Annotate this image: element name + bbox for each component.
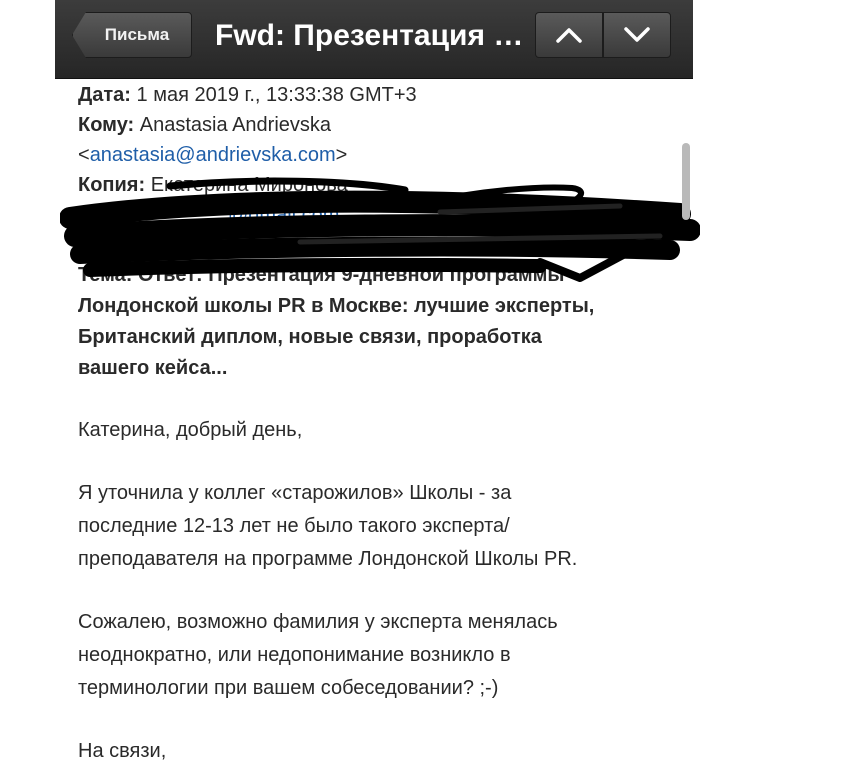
closing: На связи, — [78, 740, 167, 762]
date-value: 1 мая 2019 г., 13:33:38 GMT+3 — [136, 84, 417, 106]
subject: Тема: Ответ: Презентация 9-дневной прогр… — [78, 260, 678, 384]
body-line: неоднократно, или недопонимание возникло… — [78, 644, 511, 666]
body-line: преподавателя на программе Лондонской Шк… — [78, 548, 578, 570]
back-button[interactable]: Письма — [72, 12, 192, 58]
previous-message-button[interactable] — [535, 12, 603, 58]
back-button-label: Письма — [104, 25, 170, 44]
scrollbar[interactable] — [682, 143, 690, 220]
recipient-email-link[interactable]: anastasia@andrievska.com — [90, 144, 336, 166]
to-label: Кому: — [78, 114, 135, 136]
body-line: терминологии при вашем собеседовании? ;-… — [78, 677, 499, 699]
greeting-paragraph: Катерина, добрый день, — [78, 414, 678, 447]
next-message-button[interactable] — [603, 12, 671, 58]
cc-label: Копия: — [78, 174, 146, 196]
body-paragraph-2: Сожалею, возможно фамилия у эксперта мен… — [78, 606, 678, 705]
email-bracket-open: < — [78, 144, 90, 166]
mail-app: Письма Fwd: Презентация 9-... Дата: 1 ма… — [0, 0, 848, 781]
to-email-row: <anastasia@andrievska.com> — [78, 140, 678, 170]
subject-line: Лондонской школы PR в Москве: лучшие экс… — [78, 295, 595, 317]
greeting: Катерина, добрый день, — [78, 419, 303, 441]
to-row: Кому: Anastasia Andrievska — [78, 110, 678, 140]
chevron-up-icon — [556, 28, 582, 43]
cc-row: Копия: Екатерина Миронова — [78, 170, 678, 200]
body-paragraph-1: Я уточнила у коллег «старожилов» Школы -… — [78, 477, 678, 576]
cc-hidden-row — [78, 230, 678, 260]
message-content: Дата: 1 мая 2019 г., 13:33:38 GMT+3 Кому… — [78, 80, 678, 768]
body-line: Я уточнила у коллег «старожилов» Школы -… — [78, 482, 512, 504]
closing-paragraph: На связи, — [78, 735, 678, 768]
cc-email-link[interactable]: @gmail.com — [78, 204, 339, 226]
cc-name: Екатерина Миронова — [150, 174, 348, 196]
date-row: Дата: 1 мая 2019 г., 13:33:38 GMT+3 — [78, 80, 678, 110]
message-title: Fwd: Презентация 9-... — [215, 19, 533, 52]
date-label: Дата: — [78, 84, 131, 106]
chevron-down-icon — [624, 27, 650, 42]
cc-email-row: @gmail.com — [78, 200, 678, 230]
body-line: Сожалею, возможно фамилия у эксперта мен… — [78, 611, 558, 633]
subject-line: Тема: Ответ: Презентация 9-дневной прогр… — [78, 264, 565, 286]
email-bracket-close: > — [335, 144, 348, 166]
navigation-bar: Письма Fwd: Презентация 9-... — [55, 0, 693, 79]
body-line: последние 12-13 лет не было такого экспе… — [78, 515, 510, 537]
recipient-name: Anastasia Andrievska — [139, 114, 332, 136]
subject-line: вашего кейса... — [78, 357, 228, 379]
subject-line: Британский диплом, новые связи, проработ… — [78, 326, 542, 348]
